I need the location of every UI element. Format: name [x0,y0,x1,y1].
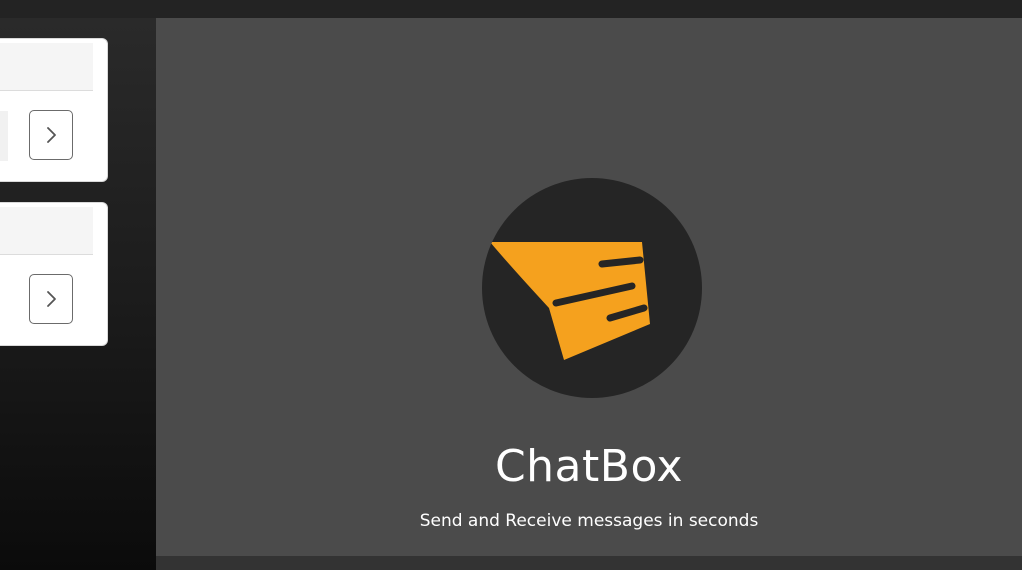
paper-plane-message-icon [490,242,650,360]
form-card-1 [0,38,108,182]
logo [482,178,702,398]
chevron-right-icon [47,291,56,307]
form-card-2 [0,202,108,346]
welcome-panel: ChatBox Send and Receive messages in sec… [156,18,1022,556]
card-input-field[interactable] [0,111,8,161]
next-button[interactable] [29,110,73,160]
app-title: ChatBox [494,441,684,492]
app-tagline: Send and Receive messages in seconds [419,511,759,531]
card-header [0,43,93,91]
bottom-strip [156,556,1022,570]
next-button[interactable] [29,274,73,324]
chevron-right-icon [47,127,56,143]
card-header [0,207,93,255]
top-bar [0,0,1022,18]
